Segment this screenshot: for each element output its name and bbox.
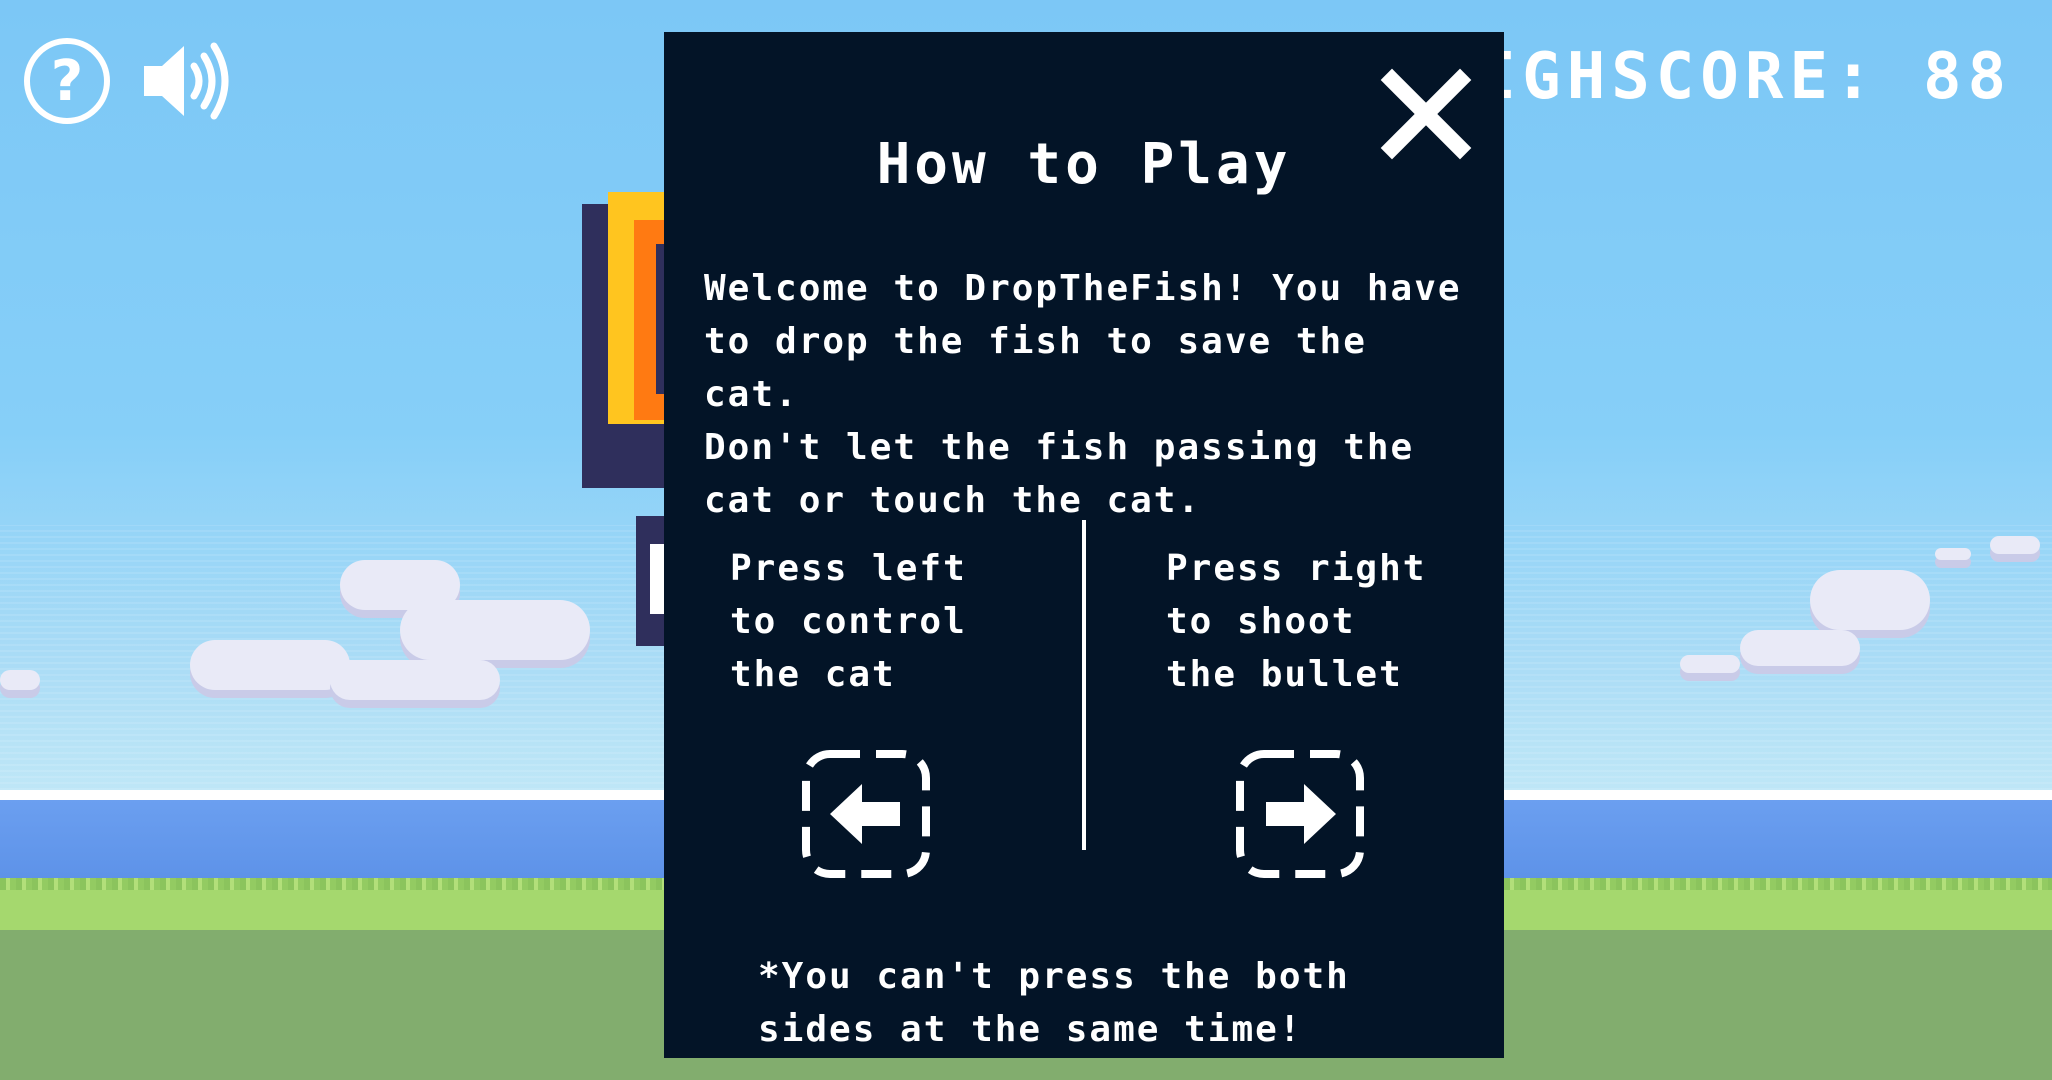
right-key-button[interactable]: [1234, 748, 1366, 880]
cloud: [1990, 536, 2040, 554]
left-arrow-key-icon: [802, 750, 930, 878]
intro-text: Welcome to DropTheFish! You have to drop…: [704, 268, 1462, 521]
cloud: [190, 640, 350, 690]
column-divider: [1082, 520, 1086, 850]
note-text: *You can't press the both sides at the s…: [758, 956, 1350, 1050]
right-instruction: Press right to shoot the bullet: [1166, 548, 1427, 695]
speaker-volume-icon: [144, 42, 229, 120]
close-x-icon: [1380, 68, 1472, 160]
cloud: [1680, 655, 1740, 673]
right-arrow-key-icon: [1236, 750, 1364, 878]
sound-toggle-button[interactable]: [140, 38, 232, 124]
cloud: [0, 670, 40, 690]
left-instruction: Press left to control the cat: [730, 548, 967, 695]
cloud: [1810, 570, 1930, 630]
help-button[interactable]: ?: [24, 38, 110, 124]
how-to-play-dialog: How to Play Welcome to DropTheFish! You …: [664, 32, 1504, 1058]
close-button[interactable]: [1378, 66, 1474, 162]
left-key-button[interactable]: [800, 748, 932, 880]
highscore-display: HIGHSCORE: 88: [1433, 40, 2012, 114]
help-icon: ?: [50, 48, 84, 114]
cloud: [330, 660, 500, 700]
cloud: [400, 600, 590, 660]
cloud: [1935, 548, 1971, 560]
cloud: [1740, 630, 1860, 666]
